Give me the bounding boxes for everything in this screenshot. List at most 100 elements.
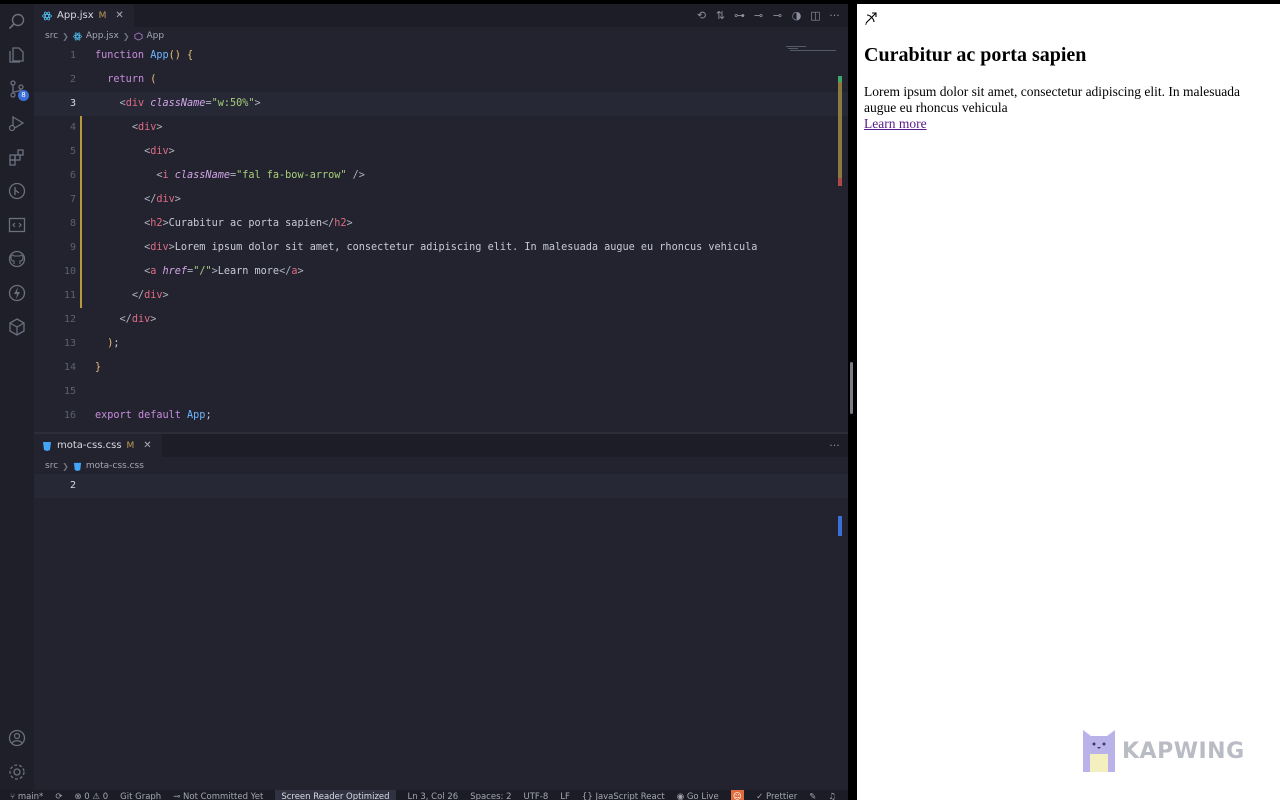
code-line[interactable]: 15 xyxy=(34,380,848,404)
copilot-icon[interactable]: ☺ xyxy=(730,790,745,800)
eol-status[interactable]: LF xyxy=(560,792,570,800)
kapwing-logo-icon xyxy=(1083,730,1115,772)
code-line[interactable]: 10 <a href="/">Learn more</a> xyxy=(34,260,848,284)
explorer-icon[interactable] xyxy=(7,45,27,65)
indentation-status[interactable]: Spaces: 2 xyxy=(470,792,511,800)
kapwing-watermark: KAPWING xyxy=(1082,728,1245,774)
code-content[interactable]: 1 function App() { 2 return ( 3 <div clas… xyxy=(34,44,848,428)
watermark-text: KAPWING xyxy=(1122,738,1245,764)
tab-label: App.jsx xyxy=(57,10,94,21)
search-icon[interactable] xyxy=(7,12,27,32)
screen-reader-status[interactable]: Screen Reader Optimized xyxy=(275,790,396,800)
modified-indicator: M xyxy=(126,440,135,451)
code-content[interactable]: 2 xyxy=(34,474,848,498)
chevron-right-icon: ❯ xyxy=(62,31,69,41)
tab-app-jsx[interactable]: App.jsx M ✕ xyxy=(34,4,134,27)
breadcrumb: src ❯ App.jsx ❯ App xyxy=(45,28,164,44)
breadcrumb: src ❯ mota-css.css xyxy=(45,458,144,474)
blame-status[interactable]: ⊸ Not Committed Yet xyxy=(173,792,263,800)
git-graph-icon[interactable] xyxy=(7,181,27,201)
activity-bar: 8 xyxy=(0,4,34,790)
branch-status[interactable]: ⑂ main* xyxy=(10,792,43,800)
code-line[interactable]: 1 function App() { xyxy=(34,44,848,68)
code-line[interactable]: 6 <i className="fal fa-bow-arrow" /> xyxy=(34,164,848,188)
breadcrumb-file[interactable]: App.jsx xyxy=(86,31,119,41)
breadcrumb-file[interactable]: mota-css.css xyxy=(86,461,144,471)
timeline-icon[interactable]: ⟲ xyxy=(696,9,707,22)
close-icon[interactable]: ✕ xyxy=(143,440,151,451)
modified-indicator: M xyxy=(98,10,107,21)
tab-bar: App.jsx M ✕ ⟲ ⇅ ⊶ ⊸ ⊸ ◑ ◫ ··· xyxy=(34,4,848,27)
source-control-badge: 8 xyxy=(18,90,29,101)
editor-pane-mota-css: mota-css.css M ✕ ··· src ❯ mota-css.css … xyxy=(34,434,848,790)
status-bar: ⑂ main* ⟳ ⊗ 0 ⚠ 0 Git Graph ⊸ Not Commit… xyxy=(0,790,848,800)
preview-heading: Curabitur ac porta sapien xyxy=(864,44,1087,66)
css-file-icon xyxy=(73,462,82,471)
extensions-icon[interactable] xyxy=(7,147,27,167)
code-line[interactable]: 12 </div> xyxy=(34,308,848,332)
next-change-icon[interactable]: ⊸ xyxy=(772,9,783,22)
breadcrumb-folder[interactable]: src xyxy=(45,461,58,471)
code-line[interactable]: 16 export default App; xyxy=(34,404,848,428)
more-actions-icon[interactable]: ··· xyxy=(829,9,840,22)
feedback-icon[interactable]: ✎ xyxy=(809,792,816,800)
compare-changes-icon[interactable]: ⇅ xyxy=(715,9,726,22)
preview-body: Lorem ipsum dolor sit amet, consectetur … xyxy=(864,84,1264,132)
preview-paragraph: Lorem ipsum dolor sit amet, consectetur … xyxy=(864,84,1241,115)
notifications-icon[interactable]: ♫ xyxy=(828,792,836,800)
remote-explorer-icon[interactable] xyxy=(7,215,27,235)
prettier-status[interactable]: ✓ Prettier xyxy=(756,792,797,800)
bow-arrow-icon xyxy=(864,11,878,25)
breadcrumb-folder[interactable]: src xyxy=(45,31,58,41)
code-line[interactable]: 4 <div> xyxy=(34,116,848,140)
code-line-current[interactable]: 2 xyxy=(34,474,848,498)
open-changes-icon[interactable]: ◑ xyxy=(791,9,802,22)
code-line[interactable]: 8 <h2>Curabitur ac porta sapien</h2> xyxy=(34,212,848,236)
account-icon[interactable] xyxy=(7,728,27,748)
run-debug-icon[interactable] xyxy=(7,113,27,133)
code-editor: 8 App.jsx M ✕ ⟲ ⇅ ⊶ ⊸ ⊸ ◑ ◫ ··· src ❯ Ap… xyxy=(0,4,848,800)
code-line-current[interactable]: 3 <div className="w:50%"> xyxy=(34,92,848,116)
split-editor-icon[interactable]: ◫ xyxy=(810,9,821,22)
code-line[interactable]: 5 <div> xyxy=(34,140,848,164)
editor-actions: ··· xyxy=(829,434,840,457)
previous-change-icon[interactable]: ⊸ xyxy=(753,9,764,22)
tab-mota-css[interactable]: mota-css.css M ✕ xyxy=(34,434,162,457)
code-line[interactable]: 2 return ( xyxy=(34,68,848,92)
settings-gear-icon[interactable] xyxy=(7,762,27,782)
scroll-marker xyxy=(838,516,842,536)
more-actions-icon[interactable]: ··· xyxy=(829,439,840,452)
language-mode[interactable]: {} JavaScript React xyxy=(582,792,665,800)
code-line[interactable]: 7 </div> xyxy=(34,188,848,212)
learn-more-link[interactable]: Learn more xyxy=(864,116,927,131)
editor-pane-app-jsx: App.jsx M ✕ ⟲ ⇅ ⊶ ⊸ ⊸ ◑ ◫ ··· src ❯ App.… xyxy=(34,4,848,432)
code-line[interactable]: 9 <div>Lorem ipsum dolor sit amet, conse… xyxy=(34,236,848,260)
tab-label: mota-css.css xyxy=(57,440,122,451)
git-commit-icon[interactable]: ⊶ xyxy=(734,9,745,22)
code-line[interactable]: 14} xyxy=(34,356,848,380)
cube-icon[interactable] xyxy=(7,317,27,337)
css-file-icon xyxy=(42,441,52,451)
chevron-right-icon: ❯ xyxy=(62,461,69,471)
sync-icon[interactable]: ⟳ xyxy=(55,792,62,800)
symbol-component-icon xyxy=(134,31,143,41)
cursor-position[interactable]: Ln 3, Col 26 xyxy=(408,792,459,800)
git-graph-status[interactable]: Git Graph xyxy=(120,792,161,800)
encoding-status[interactable]: UTF-8 xyxy=(524,792,549,800)
scroll-marker-modified xyxy=(838,82,842,178)
go-live-button[interactable]: ◉ Go Live xyxy=(677,792,719,800)
browser-preview: Curabitur ac porta sapien Lorem ipsum do… xyxy=(857,4,1280,800)
tab-bar: mota-css.css M ✕ ··· xyxy=(34,434,848,457)
github-icon[interactable] xyxy=(7,249,27,269)
code-line[interactable]: 13 ); xyxy=(34,332,848,356)
close-icon[interactable]: ✕ xyxy=(115,10,123,21)
minimap[interactable] xyxy=(784,44,836,58)
code-line[interactable]: 11 </div> xyxy=(34,284,848,308)
editor-actions: ⟲ ⇅ ⊶ ⊸ ⊸ ◑ ◫ ··· xyxy=(696,4,840,27)
problems-status[interactable]: ⊗ 0 ⚠ 0 xyxy=(74,792,108,800)
lightning-icon[interactable] xyxy=(7,283,27,303)
react-file-icon xyxy=(72,32,82,41)
breadcrumb-symbol[interactable]: App xyxy=(147,31,165,41)
resize-handle[interactable] xyxy=(850,362,853,414)
split-view-separator[interactable] xyxy=(848,0,857,800)
